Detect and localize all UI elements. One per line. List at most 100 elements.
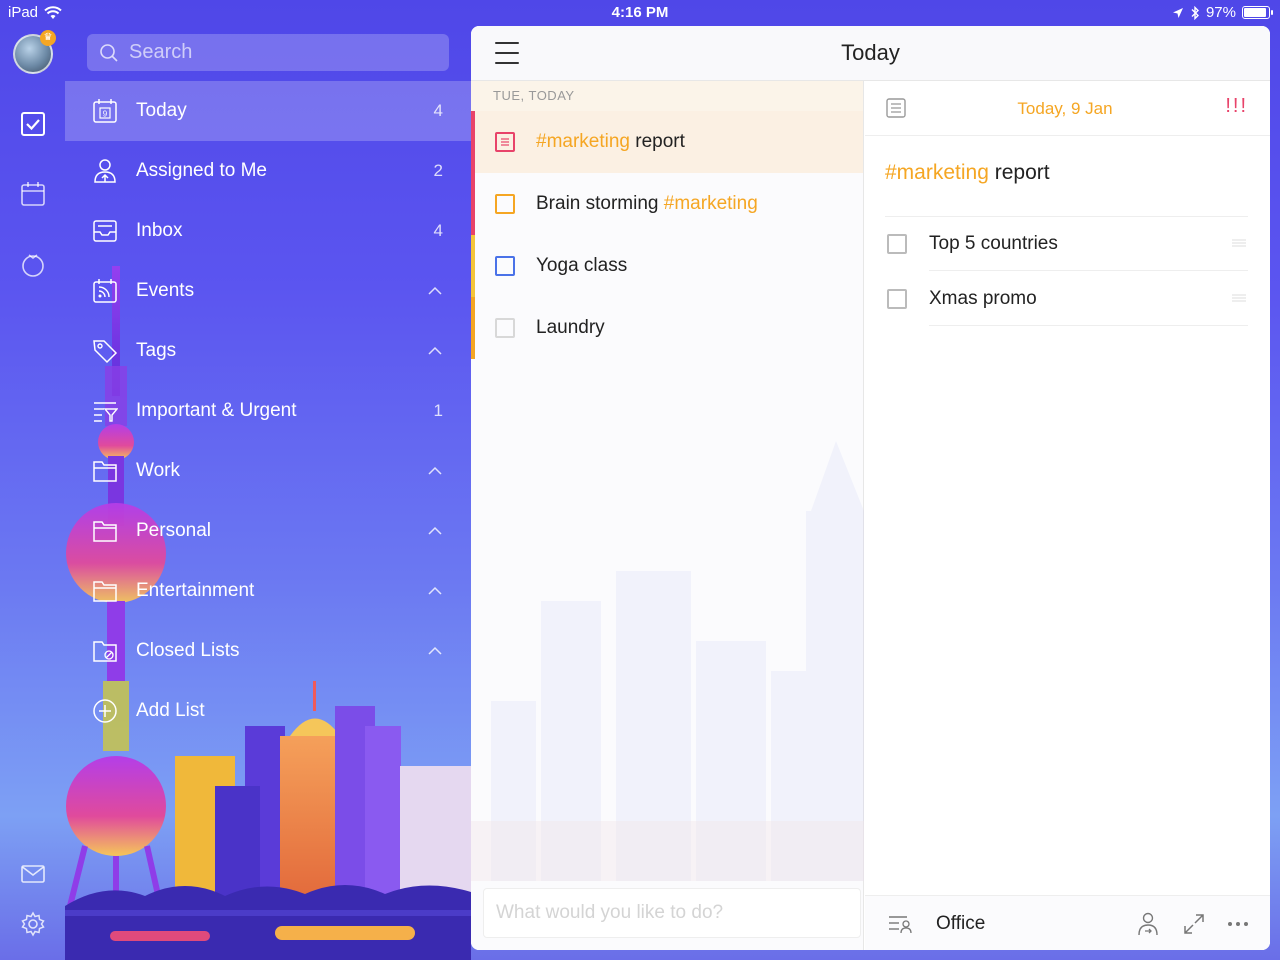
task-list: TUE, TODAY #marketing report Brain storm… bbox=[471, 81, 864, 950]
assigned-user-icon bbox=[92, 158, 118, 184]
sidebar-item-important-urgent[interactable]: Important & Urgent 1 bbox=[65, 381, 471, 441]
priority-bar bbox=[471, 297, 475, 359]
subtask-list: Top 5 countries Xmas promo bbox=[885, 216, 1248, 326]
detail-title[interactable]: #marketing report bbox=[885, 161, 1050, 185]
task-row[interactable]: Laundry bbox=[471, 297, 863, 359]
task-tag: #marketing bbox=[536, 131, 630, 152]
priority-flag[interactable]: !!! bbox=[1225, 95, 1248, 118]
sidebar-item-count: 2 bbox=[433, 161, 443, 180]
sidebar-menu: 9 Today 4 Assigned to Me 2 Inbox 4 Event… bbox=[65, 81, 471, 741]
sidebar-item-inbox[interactable]: Inbox 4 bbox=[65, 201, 471, 261]
search-bar[interactable] bbox=[87, 34, 449, 71]
tasks-checkbox-icon[interactable] bbox=[19, 110, 47, 138]
sidebar-item-entertainment[interactable]: Entertainment bbox=[65, 561, 471, 621]
detail-footer: Office bbox=[865, 895, 1270, 950]
sidebar-item-label: Entertainment bbox=[136, 580, 255, 601]
tag-icon bbox=[92, 338, 118, 364]
battery-percent: 97% bbox=[1205, 4, 1236, 21]
subtask-checkbox[interactable] bbox=[887, 289, 907, 309]
priority-bar bbox=[471, 235, 475, 297]
drag-handle-icon[interactable] bbox=[1232, 239, 1246, 247]
add-list-button[interactable]: Add List bbox=[65, 681, 471, 741]
list-name[interactable]: Office bbox=[936, 913, 985, 935]
task-row[interactable]: #marketing report bbox=[471, 111, 863, 173]
sidebar-item-work[interactable]: Work bbox=[65, 441, 471, 501]
search-icon bbox=[100, 43, 118, 62]
events-feed-icon bbox=[92, 278, 118, 304]
task-checkbox[interactable] bbox=[495, 194, 515, 214]
sidebar-item-label: Today bbox=[136, 100, 187, 121]
search-input[interactable] bbox=[129, 41, 429, 64]
detail-header: Today, 9 Jan !!! bbox=[865, 81, 1270, 136]
chevron-up-icon[interactable] bbox=[427, 283, 443, 299]
sidebar-item-today[interactable]: 9 Today 4 bbox=[65, 81, 471, 141]
mail-icon[interactable] bbox=[19, 860, 47, 888]
task-detail: Today, 9 Jan !!! #marketing report Top 5… bbox=[865, 81, 1270, 950]
sidebar-item-label: Events bbox=[136, 280, 195, 301]
sidebar-item-label: Inbox bbox=[136, 220, 183, 241]
folder-icon bbox=[92, 458, 118, 484]
subtask-label: Xmas promo bbox=[929, 287, 1037, 309]
chevron-up-icon[interactable] bbox=[427, 343, 443, 359]
sidebar-item-label: Work bbox=[136, 460, 180, 481]
top-bar: Today bbox=[471, 26, 1270, 81]
sidebar-item-events[interactable]: Events bbox=[65, 261, 471, 321]
chevron-up-icon[interactable] bbox=[427, 463, 443, 479]
subtask-label: Top 5 countries bbox=[929, 232, 1058, 254]
battery-icon bbox=[1242, 6, 1273, 19]
sidebar-item-tags[interactable]: Tags bbox=[65, 321, 471, 381]
chevron-up-icon[interactable] bbox=[427, 523, 443, 539]
faded-skyline-illustration bbox=[471, 441, 864, 881]
task-tag: #marketing bbox=[663, 193, 758, 214]
detail-title-text: report bbox=[988, 161, 1050, 184]
chevron-up-icon[interactable] bbox=[427, 583, 443, 599]
sidebar-item-count: 1 bbox=[433, 401, 443, 420]
list-move-icon[interactable] bbox=[887, 912, 913, 936]
sidebar-item-label: Personal bbox=[136, 520, 211, 541]
drag-handle-icon[interactable] bbox=[1232, 294, 1246, 302]
settings-gear-icon[interactable] bbox=[19, 910, 47, 938]
page-title: Today bbox=[841, 40, 900, 65]
task-title: Laundry bbox=[536, 317, 605, 338]
sidebar-item-label: Add List bbox=[136, 700, 205, 721]
task-title: #marketing report bbox=[536, 131, 685, 153]
due-date[interactable]: Today, 9 Jan bbox=[865, 99, 1265, 119]
task-row[interactable]: Yoga class bbox=[471, 235, 863, 297]
chevron-up-icon[interactable] bbox=[427, 643, 443, 659]
sidebar-item-count: 4 bbox=[433, 221, 443, 240]
add-task-bar[interactable] bbox=[483, 888, 861, 938]
sidebar-item-label: Important & Urgent bbox=[136, 400, 297, 421]
subtask-checkbox[interactable] bbox=[887, 234, 907, 254]
add-task-input[interactable] bbox=[484, 889, 844, 937]
sidebar-item-label: Tags bbox=[136, 340, 177, 361]
calendar-icon[interactable] bbox=[19, 180, 47, 208]
section-header: TUE, TODAY bbox=[471, 81, 863, 111]
sidebar-item-count: 4 bbox=[433, 101, 443, 120]
add-circle-icon bbox=[92, 698, 118, 724]
task-note-checkbox[interactable] bbox=[495, 132, 515, 152]
sidebar-item-closed-lists[interactable]: Closed Lists bbox=[65, 621, 471, 681]
sidebar-item-label: Closed Lists bbox=[136, 640, 240, 661]
status-time: 4:16 PM bbox=[611, 4, 669, 21]
status-bar: iPad 4:16 PM 97% bbox=[0, 0, 1280, 26]
main-panel: Today TUE, TODAY #marketing report Brain… bbox=[471, 26, 1270, 950]
sidebar: 9 Today 4 Assigned to Me 2 Inbox 4 Event… bbox=[65, 26, 471, 960]
pomodoro-timer-icon[interactable] bbox=[19, 250, 47, 278]
task-checkbox[interactable] bbox=[495, 256, 515, 276]
subtask-row[interactable]: Top 5 countries bbox=[885, 216, 1248, 271]
subtask-row[interactable]: Xmas promo bbox=[885, 271, 1248, 326]
svg-text:9: 9 bbox=[103, 110, 108, 119]
task-row[interactable]: Brain storming #marketing bbox=[471, 173, 863, 235]
more-options-icon[interactable] bbox=[1225, 911, 1251, 937]
assign-user-icon[interactable] bbox=[1135, 911, 1161, 937]
left-rail: ♛ bbox=[0, 26, 65, 960]
task-title: Brain storming #marketing bbox=[536, 193, 758, 215]
task-checkbox[interactable] bbox=[495, 318, 515, 338]
bluetooth-icon bbox=[1191, 5, 1199, 20]
task-text: report bbox=[630, 131, 685, 152]
sidebar-item-personal[interactable]: Personal bbox=[65, 501, 471, 561]
priority-bar bbox=[471, 173, 475, 235]
task-title: Yoga class bbox=[536, 255, 628, 276]
sidebar-item-assigned-to-me[interactable]: Assigned to Me 2 bbox=[65, 141, 471, 201]
expand-icon[interactable] bbox=[1181, 911, 1207, 937]
